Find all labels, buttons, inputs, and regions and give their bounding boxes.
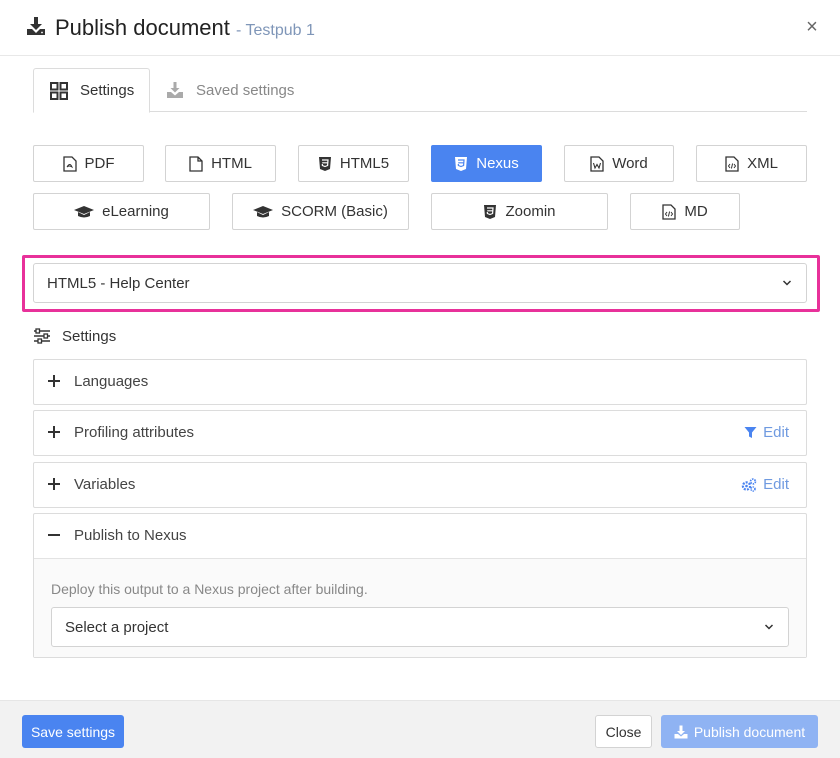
tab-settings[interactable]: Settings: [33, 68, 150, 113]
format-nexus-button[interactable]: Nexus: [431, 145, 542, 182]
format-md-label: MD: [684, 203, 708, 220]
variables-edit-label: Edit: [763, 476, 789, 493]
format-html5-label: HTML5: [339, 155, 390, 172]
accordion-variables-title: Variables: [74, 476, 136, 493]
accordion-variables-header[interactable]: Variables Edit: [34, 463, 806, 507]
format-word-label: Word: [612, 155, 648, 172]
dialog-title-text: Publish document: [55, 15, 230, 40]
code-file-icon: [725, 155, 739, 172]
dialog-header: Publish document - Testpub 1 ×: [0, 0, 840, 56]
accordion-profiling-header[interactable]: Profiling attributes Edit: [34, 411, 806, 455]
format-xml-button[interactable]: XML: [696, 145, 807, 182]
format-zoomin-button[interactable]: Zoomin: [431, 193, 608, 230]
chevron-down-icon: [764, 624, 774, 630]
format-zoomin-label: Zoomin: [505, 203, 556, 220]
file-icon: [189, 155, 203, 172]
pdf-file-icon: [62, 155, 77, 172]
settings-section-text: Settings: [62, 327, 117, 345]
template-select-value: HTML5 - Help Center: [47, 275, 190, 292]
graduation-cap-icon: [74, 205, 95, 217]
close-button[interactable]: Close: [595, 715, 652, 748]
accordion-variables: Variables Edit: [33, 462, 807, 508]
format-md-button[interactable]: MD: [630, 193, 740, 230]
word-file-icon: [590, 155, 604, 172]
download-icon: [674, 725, 688, 738]
dialog-subtitle: - Testpub 1: [236, 22, 315, 39]
profiling-edit-link[interactable]: Edit: [744, 424, 789, 441]
close-button-label: Close: [605, 723, 642, 740]
format-xml-label: XML: [747, 155, 778, 172]
format-scorm-button[interactable]: SCORM (Basic): [232, 193, 409, 230]
accordion-languages: Languages: [33, 359, 807, 405]
tab-saved-settings-label: Saved settings: [196, 81, 295, 99]
plus-icon: [48, 426, 60, 438]
sliders-icon: [34, 328, 50, 344]
tab-settings-label: Settings: [80, 82, 135, 99]
filter-icon: [744, 427, 757, 438]
dialog-title: Publish document - Testpub 1: [55, 15, 315, 41]
html5-icon: [484, 204, 497, 219]
format-word-button[interactable]: Word: [564, 145, 674, 182]
tab-bar: Settings Saved settings: [33, 68, 807, 113]
settings-section-label: Settings: [33, 326, 116, 346]
plus-icon: [48, 375, 60, 387]
profiling-edit-label: Edit: [763, 424, 789, 441]
format-scorm-label: SCORM (Basic): [281, 203, 388, 220]
dialog-footer: Save settings Close Publish document: [0, 700, 840, 758]
html5-icon: [318, 156, 331, 171]
format-html-label: HTML: [211, 155, 252, 172]
accordion-nexus-title: Publish to Nexus: [74, 527, 187, 544]
publish-document-button[interactable]: Publish document: [661, 715, 818, 748]
accordion-profiling-title: Profiling attributes: [74, 424, 195, 441]
accordion-nexus-header[interactable]: Publish to Nexus: [34, 514, 806, 558]
gears-icon: [741, 477, 757, 492]
minus-icon: [48, 534, 60, 536]
template-select[interactable]: HTML5 - Help Center: [33, 263, 807, 303]
save-settings-label: Save settings: [30, 723, 116, 740]
saved-download-icon: [167, 82, 183, 98]
html5-icon: [455, 156, 468, 171]
format-pdf-button[interactable]: PDF: [33, 145, 144, 182]
save-settings-button[interactable]: Save settings: [22, 715, 124, 748]
nexus-description: Deploy this output to a Nexus project af…: [51, 581, 368, 597]
plus-icon: [48, 478, 60, 490]
graduation-cap-icon: [253, 205, 274, 217]
format-elearning-label: eLearning: [102, 203, 169, 220]
tab-saved-settings[interactable]: Saved settings: [150, 68, 320, 112]
publish-document-label: Publish document: [693, 723, 806, 740]
project-select-value: Select a project: [65, 619, 169, 636]
format-pdf-label: PDF: [84, 155, 115, 172]
chevron-down-icon: [782, 280, 792, 286]
format-html-button[interactable]: HTML: [165, 145, 276, 182]
accordion-nexus-body: Deploy this output to a Nexus project af…: [34, 558, 806, 657]
grid-icon: [50, 81, 68, 100]
accordion-profiling: Profiling attributes Edit: [33, 410, 807, 456]
variables-edit-link[interactable]: Edit: [741, 476, 789, 493]
project-select[interactable]: Select a project: [51, 607, 789, 647]
accordion-languages-header[interactable]: Languages: [34, 360, 806, 404]
format-nexus-label: Nexus: [476, 155, 519, 172]
accordion-languages-title: Languages: [74, 373, 149, 390]
download-icon: [27, 17, 45, 35]
close-icon[interactable]: ×: [803, 17, 821, 37]
accordion-publish-to-nexus: Publish to Nexus Deploy this output to a…: [33, 513, 807, 658]
format-html5-button[interactable]: HTML5: [298, 145, 409, 182]
code-file-icon: [662, 203, 676, 220]
format-elearning-button[interactable]: eLearning: [33, 193, 210, 230]
